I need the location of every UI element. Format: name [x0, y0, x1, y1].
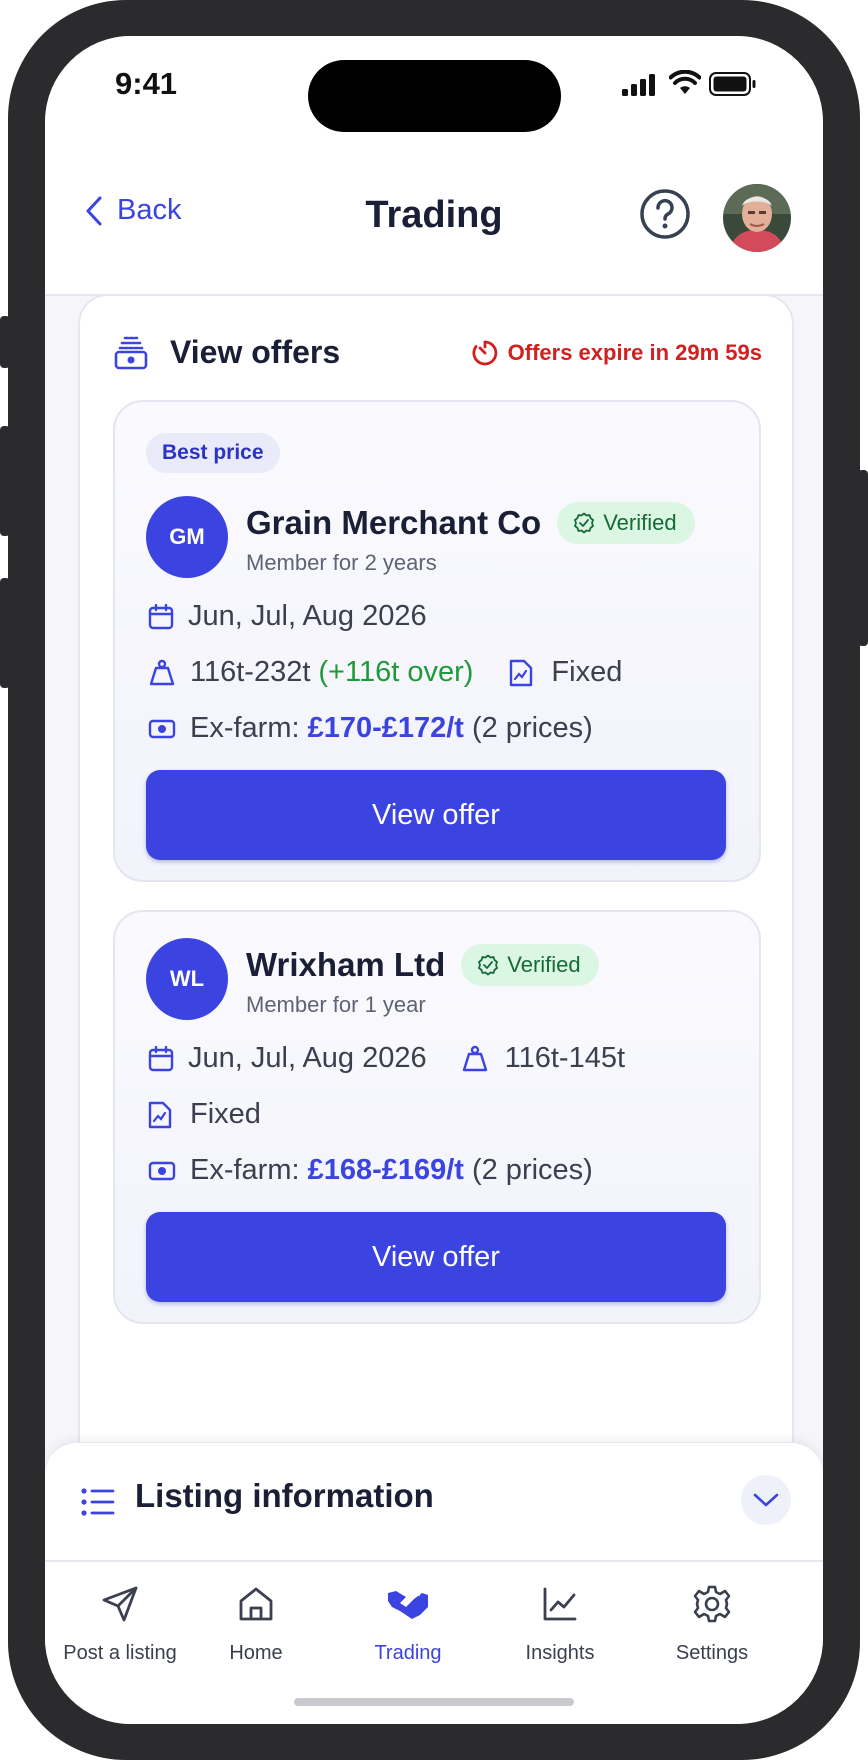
tab-label: Settings [675, 1642, 749, 1664]
contract-row: Fixed [148, 1098, 261, 1131]
verified-badge: Verified [557, 502, 695, 544]
price-row: Ex-farm: £170-£172/t (2 prices) [148, 712, 593, 745]
list-icon [81, 1488, 115, 1516]
tab-post-a-listing[interactable]: Post a listing [45, 1580, 195, 1665]
offer-card: WL Wrixham Ltd Verified Member for 1 yea… [113, 910, 761, 1324]
money-icon [148, 1161, 176, 1180]
weight-icon [149, 659, 175, 685]
calendar-icon [148, 1045, 174, 1071]
listing-information-title: Listing information [135, 1477, 434, 1514]
view-offer-button[interactable]: View offer [146, 1212, 726, 1302]
company-block: GM Grain Merchant Co Verified Member for… [146, 496, 695, 578]
member-since: Member for 2 years [246, 550, 437, 575]
weight-icon [462, 1045, 487, 1071]
verified-label: Verified [603, 510, 677, 535]
handshake-icon [388, 1591, 428, 1619]
tab-settings[interactable]: Settings [637, 1580, 787, 1665]
expiry-text: Offers expire in 29m 59s [507, 340, 762, 365]
battery-icon [709, 72, 756, 96]
offers-icon [114, 336, 148, 370]
offers-expiry: Offers expire in 29m 59s [470, 338, 762, 368]
help-icon[interactable] [639, 188, 691, 240]
verified-check-icon [574, 512, 595, 534]
user-avatar[interactable] [723, 184, 791, 252]
company-name: Wrixham Ltd [246, 946, 446, 983]
expand-listing-button[interactable] [741, 1475, 791, 1525]
contract-icon [148, 1101, 172, 1128]
quantity: 116t-145t [504, 1042, 626, 1074]
company-avatar: GM [146, 496, 228, 578]
money-icon [148, 719, 176, 738]
contract-type: Fixed [190, 1098, 261, 1130]
view-offer-button[interactable]: View offer [146, 770, 726, 860]
wifi-icon [669, 70, 701, 94]
price-count: (2 prices) [471, 1154, 593, 1186]
tab-home[interactable]: Home [181, 1580, 331, 1665]
quantity-over: (+116t over) [318, 656, 474, 688]
contract-type: Fixed [551, 656, 623, 688]
quantity-row: 116t-232t (+116t over) Fixed [148, 656, 622, 689]
chart-icon [543, 1587, 577, 1621]
delivery-months-row: Jun, Jul, Aug 2026 [148, 600, 427, 633]
verified-badge: Verified [461, 944, 599, 986]
home-icon [239, 1587, 273, 1621]
tab-label: Home [229, 1642, 283, 1664]
price-range: £170-£172/t [307, 712, 464, 744]
member-since: Member for 1 year [246, 992, 426, 1017]
chevron-down-icon [753, 1493, 779, 1507]
home-indicator[interactable] [294, 1698, 574, 1706]
delivery-months: Jun, Jul, Aug 2026 [188, 1042, 427, 1074]
company-block: WL Wrixham Ltd Verified Member for 1 yea… [146, 938, 599, 1020]
contract-icon [510, 659, 533, 686]
app-header: Back Trading [45, 156, 823, 296]
cellular-signal-icon [622, 74, 655, 96]
company-avatar: WL [146, 938, 228, 1020]
price-row: Ex-farm: £168-£169/t (2 prices) [148, 1154, 593, 1187]
screen: 9:41 Back Trading View offers Offers exp… [45, 36, 823, 1724]
avatar-photo [723, 184, 791, 252]
calendar-icon [148, 603, 174, 629]
tab-label: Trading [374, 1642, 442, 1664]
tab-insights[interactable]: Insights [485, 1580, 635, 1665]
status-bar: 9:41 [45, 36, 823, 156]
verified-check-icon [478, 954, 499, 976]
gear-icon [693, 1585, 731, 1623]
price-prefix: Ex-farm: [190, 712, 300, 744]
offers-title: View offers [170, 334, 341, 370]
offers-panel: View offers Offers expire in 29m 59s Bes… [78, 294, 794, 1498]
timer-icon [472, 340, 497, 366]
offer-card: Best price GM Grain Merchant Co Verified [113, 400, 761, 882]
price-range: £168-£169/t [307, 1154, 464, 1186]
delivery-months: Jun, Jul, Aug 2026 [188, 600, 427, 632]
verified-label: Verified [507, 952, 581, 977]
price-prefix: Ex-farm: [190, 1154, 300, 1186]
best-price-badge: Best price [146, 433, 280, 473]
page-title: Trading [365, 194, 503, 236]
offers-panel-header: View offers Offers expire in 29m 59s [114, 332, 762, 382]
price-count: (2 prices) [471, 712, 593, 744]
quantity: 116t-232t [190, 656, 311, 688]
send-icon [102, 1586, 138, 1622]
delivery-quantity-row: Jun, Jul, Aug 2026 116t-145t [148, 1042, 625, 1075]
tab-label: Post a listing [63, 1642, 177, 1664]
tab-trading[interactable]: Trading [333, 1580, 483, 1665]
company-name: Grain Merchant Co [246, 504, 542, 541]
listing-information-panel[interactable]: Listing information [45, 1442, 823, 1561]
dynamic-island [308, 60, 561, 132]
status-time: 9:41 [115, 66, 178, 101]
tab-label: Insights [525, 1642, 595, 1664]
